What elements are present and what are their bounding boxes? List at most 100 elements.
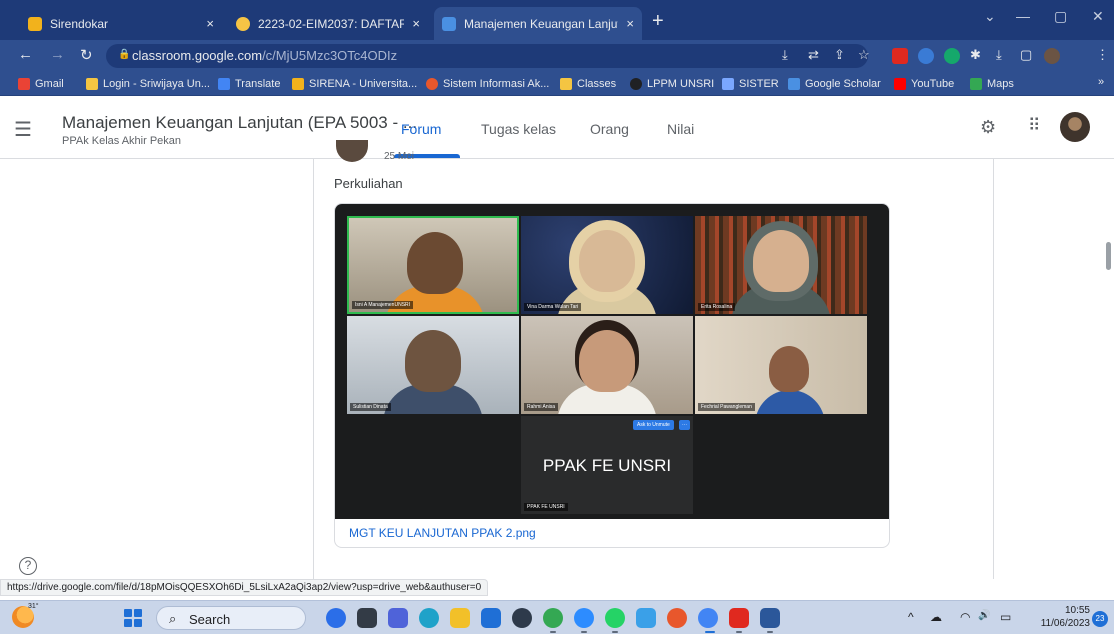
bookmark-classes[interactable]: Classes <box>560 76 616 92</box>
bookmarks-bar: Gmail Login - Sriwijaya Un... Translate … <box>0 72 1114 96</box>
attachment-file-name[interactable]: MGT KEU LANJUTAN PPAK 2.png <box>349 526 536 540</box>
google-apps-icon[interactable]: ⠿ <box>1028 116 1040 136</box>
chat-icon[interactable] <box>388 608 408 628</box>
bookmark-sirena[interactable]: SIRENA - Universita... <box>292 76 417 92</box>
attachment-card[interactable]: Isni A ManajemenUNSRI Vina Darma Wulan T… <box>334 203 890 548</box>
close-tab-icon[interactable]: × <box>206 16 214 31</box>
close-window-icon[interactable]: ✕ <box>1092 8 1104 25</box>
restore-icon[interactable]: ▢ <box>1054 8 1067 25</box>
tab-title: 2223-02-EIM2037: DAFTAR KEHA <box>258 16 405 31</box>
reload-icon[interactable]: ↻ <box>80 46 93 64</box>
acrobat-extension-icon[interactable] <box>892 48 908 64</box>
puzzle-extensions-icon[interactable]: ✱ <box>970 47 981 63</box>
start-windows-icon[interactable] <box>124 609 142 627</box>
more-menu-icon[interactable]: ⋮ <box>1096 47 1109 63</box>
wifi-icon[interactable]: ◠ <box>960 610 970 624</box>
tab-nilai[interactable]: Nilai <box>667 121 694 137</box>
post-text: Perkuliahan <box>334 176 403 191</box>
photos-icon[interactable] <box>636 608 656 628</box>
lock-icon[interactable]: 🔒 <box>118 49 130 60</box>
download-icon[interactable]: ⤓ <box>996 47 1002 63</box>
back-arrow-icon[interactable]: ← <box>18 46 33 63</box>
onedrive-icon[interactable]: ☁ <box>930 610 942 624</box>
video-tile: Isni A ManajemenUNSRI <box>347 216 519 314</box>
url-host: classroom.google.com <box>132 48 263 63</box>
profile-avatar-icon[interactable] <box>1044 48 1060 64</box>
mail-icon[interactable] <box>481 608 501 628</box>
class-title[interactable]: Manajemen Keuangan Lanjutan (EPA 5003 - … <box>62 113 417 133</box>
video-tile: Sulistian Dinata <box>347 316 519 414</box>
close-tab-icon[interactable]: × <box>626 16 634 31</box>
clock-time[interactable]: 10:55 <box>1058 605 1090 616</box>
search-icon: ⌕ <box>169 611 177 626</box>
ask-to-unmute-button: Ask to Unmute <box>633 420 674 430</box>
settings-gear-icon[interactable]: ⚙ <box>980 117 996 138</box>
bookmark-sistem-informasi[interactable]: Sistem Informasi Ak... <box>426 76 549 92</box>
running-indicator <box>767 631 773 633</box>
extension-icon[interactable] <box>918 48 934 64</box>
class-subtitle: PPAk Kelas Akhir Pekan <box>62 135 182 147</box>
sistem-informasi-icon <box>426 78 438 90</box>
taskbar-search-box[interactable]: ⌕ Search <box>156 606 306 630</box>
scholar-icon <box>788 78 800 90</box>
minimize-icon[interactable]: — <box>1016 8 1030 24</box>
bookmark-maps[interactable]: Maps <box>970 76 1014 92</box>
hamburger-menu-icon[interactable]: ☰ <box>14 117 32 142</box>
close-tab-icon[interactable]: × <box>412 16 420 31</box>
bookmark-star-icon[interactable]: ☆ <box>858 47 870 63</box>
install-app-icon[interactable]: ⤓ <box>782 47 788 63</box>
office-icon[interactable] <box>667 608 687 628</box>
eim-favicon-icon <box>236 16 250 31</box>
participant-name: Fechrial Pawangleman <box>698 403 755 411</box>
side-panel-icon[interactable]: ▢ <box>1020 47 1032 63</box>
active-indicator <box>705 631 715 633</box>
tab-forum[interactable]: Forum <box>401 121 441 137</box>
bookmark-translate[interactable]: Translate <box>218 76 280 92</box>
forward-arrow-icon[interactable]: → <box>50 46 65 63</box>
battery-icon[interactable]: ▭ <box>1000 610 1011 624</box>
url-text[interactable]: classroom.google.com/c/MjU5Mzc3OTc4ODIz <box>132 48 397 63</box>
account-avatar[interactable] <box>1060 112 1090 142</box>
browser-tab-sirendokar[interactable]: Sirendokar × <box>20 7 222 40</box>
chrome-active-icon[interactable] <box>698 608 718 628</box>
search-label: Search <box>189 612 231 627</box>
participant-head <box>579 330 635 392</box>
bookmark-gmail[interactable]: Gmail <box>18 76 64 92</box>
bookmarks-overflow-icon[interactable]: » <box>1098 76 1104 88</box>
translate-icon[interactable]: ⇄ <box>808 47 819 63</box>
zoom-icon[interactable] <box>574 608 594 628</box>
bookmark-lppm-unsri[interactable]: LPPM UNSRI <box>630 76 714 92</box>
volume-icon[interactable]: 🔊 <box>978 610 990 621</box>
help-icon[interactable]: ? <box>19 557 37 575</box>
participant-name: Rahmi Anisa <box>524 403 559 411</box>
bookmark-sister[interactable]: SISTER <box>722 76 779 92</box>
bookmark-google-scholar[interactable]: Google Scholar <box>788 76 881 92</box>
clock-date[interactable]: 11/06/2023 <box>1032 618 1090 629</box>
share-icon[interactable]: ⇪ <box>834 47 845 63</box>
classroom-header: ☰ Manajemen Keuangan Lanjutan (EPA 5003 … <box>0 97 1114 159</box>
bookmark-login-sriwijaya[interactable]: Login - Sriwijaya Un... <box>86 76 210 92</box>
browser-tab-manajemen-keuangan[interactable]: Manajemen Keuangan Lanjutan ( × <box>434 7 642 40</box>
browser-tab-eim2037[interactable]: 2223-02-EIM2037: DAFTAR KEHA × <box>228 7 428 40</box>
new-tab-button[interactable]: + <box>652 10 664 33</box>
attachment-image-zoom-screenshot[interactable]: Isni A ManajemenUNSRI Vina Darma Wulan T… <box>335 204 889 519</box>
grammarly-extension-icon[interactable] <box>944 48 960 64</box>
tab-tugas-kelas[interactable]: Tugas kelas <box>481 121 556 137</box>
task-view-icon[interactable] <box>357 608 377 628</box>
edge-icon[interactable] <box>419 608 439 628</box>
scrollbar-thumb[interactable] <box>1106 242 1111 270</box>
classroom-icon <box>560 78 572 90</box>
acrobat-icon[interactable] <box>729 608 749 628</box>
tab-search-icon[interactable]: ⌄ <box>984 8 996 25</box>
word-icon[interactable] <box>760 608 780 628</box>
dell-icon[interactable] <box>512 608 532 628</box>
bookmark-label: Google Scholar <box>805 78 881 90</box>
chrome-icon[interactable] <box>543 608 563 628</box>
bookmark-youtube[interactable]: YouTube <box>894 76 954 92</box>
tab-orang[interactable]: Orang <box>590 121 629 137</box>
whatsapp-icon[interactable] <box>605 608 625 628</box>
notification-badge[interactable]: 23 <box>1092 611 1108 627</box>
file-explorer-icon[interactable] <box>450 608 470 628</box>
tray-overflow-icon[interactable]: ^ <box>908 610 914 624</box>
bing-icon[interactable] <box>326 608 346 628</box>
